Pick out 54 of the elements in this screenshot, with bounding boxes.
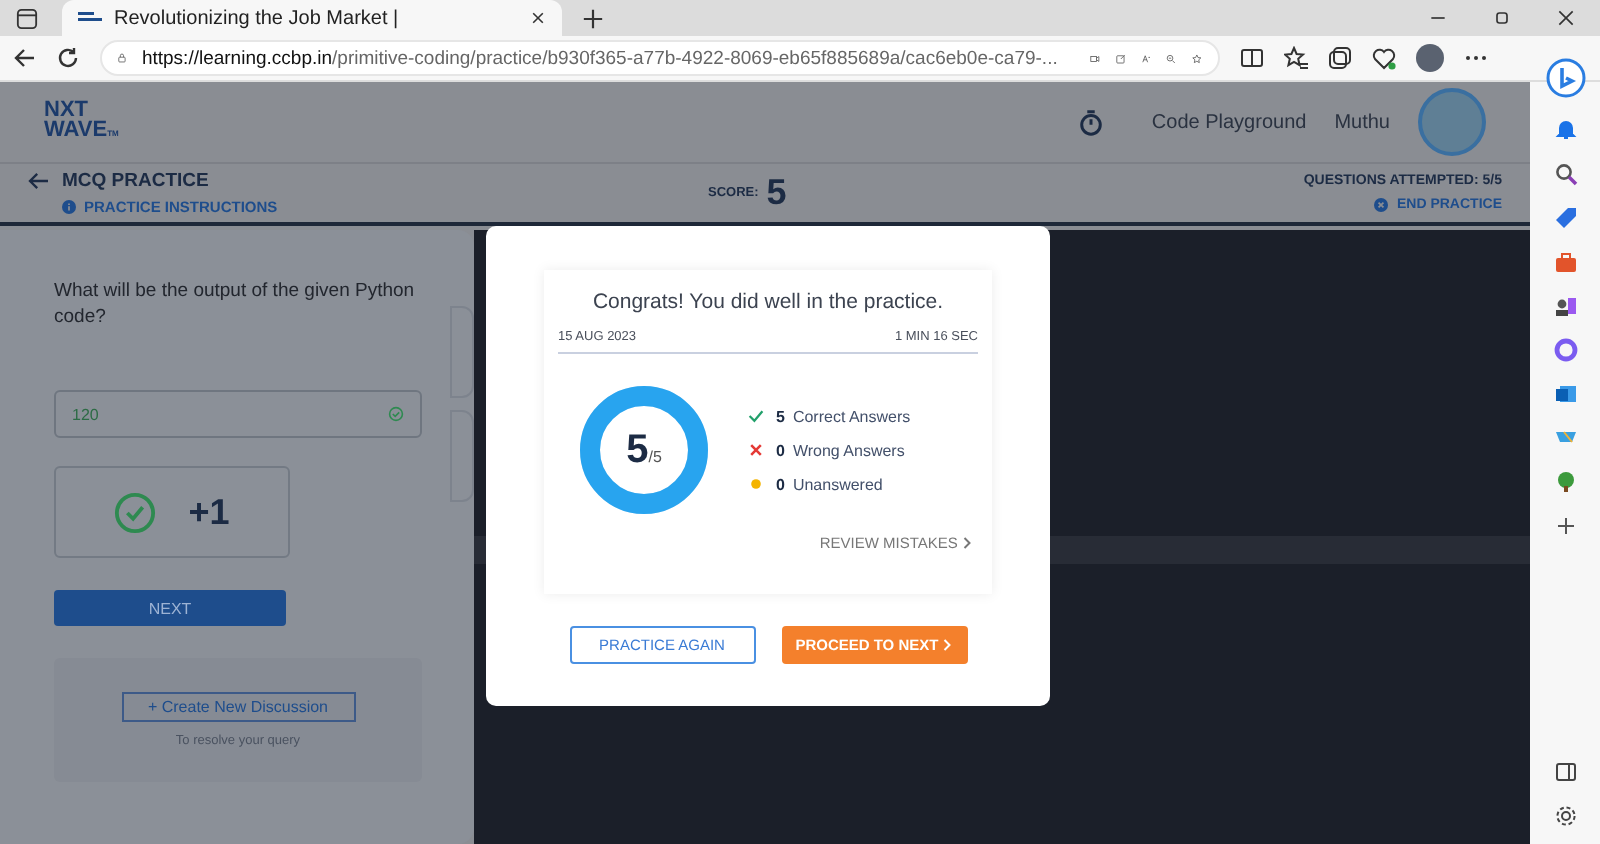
back-arrow-icon[interactable]: [28, 172, 50, 190]
check-icon: [748, 408, 764, 424]
create-discussion-button[interactable]: + Create New Discussion: [121, 692, 355, 722]
toolbox-icon[interactable]: [1553, 250, 1577, 274]
profile-avatar[interactable]: [1416, 44, 1444, 72]
result-count: 5: [776, 407, 785, 425]
favorites-icon[interactable]: [1284, 46, 1308, 70]
dot-icon: [748, 476, 764, 492]
score-total: /5: [648, 447, 662, 465]
check-circle-icon: [388, 406, 404, 422]
add-icon[interactable]: [1553, 514, 1577, 538]
expand-handle[interactable]: [450, 410, 474, 502]
tag-icon[interactable]: [1553, 206, 1577, 230]
new-tab-icon[interactable]: [582, 7, 604, 29]
next-button[interactable]: NEXT: [54, 590, 286, 626]
collapse-handle[interactable]: [450, 306, 474, 398]
result-count: 0: [776, 441, 785, 459]
sidebar-toggle-icon[interactable]: [1553, 760, 1577, 784]
site-favicon-icon: [78, 10, 102, 26]
info-icon: [62, 200, 76, 214]
close-circle-icon: [1374, 198, 1389, 212]
tree-icon[interactable]: [1553, 470, 1577, 494]
result-label: Unanswered: [792, 475, 883, 493]
question-text: What will be the output of the given Python code?: [54, 278, 417, 330]
split-screen-icon[interactable]: [1240, 46, 1264, 70]
bell-icon[interactable]: [1553, 118, 1577, 142]
chevron-right-icon: [962, 536, 972, 550]
browser-tab[interactable]: Revolutionizing the Job Market |: [62, 0, 562, 36]
cross-icon: [748, 442, 764, 458]
collections-icon[interactable]: [1328, 46, 1352, 70]
points-card: +1: [54, 466, 290, 558]
restore-icon[interactable]: [1492, 8, 1512, 28]
result-label: Wrong Answers: [792, 441, 905, 459]
page-title: MCQ PRACTICE: [62, 170, 209, 192]
tab-actions-icon[interactable]: [16, 7, 38, 29]
score-value: 5: [766, 172, 787, 214]
close-icon[interactable]: [1556, 8, 1576, 28]
chevron-right-icon: [942, 638, 953, 652]
answer-option[interactable]: 120: [54, 390, 422, 438]
dialog-title: Congrats! You did well in the practice.: [590, 290, 946, 314]
settings-icon[interactable]: [1553, 804, 1577, 828]
back-icon[interactable]: [12, 46, 36, 70]
user-name: Muthu: [1334, 111, 1390, 133]
more-menu-icon[interactable]: [1464, 54, 1488, 62]
code-playground-link[interactable]: Code Playground: [1151, 111, 1307, 133]
stopwatch-icon[interactable]: [1077, 109, 1104, 135]
result-count: 0: [776, 475, 785, 493]
result-label: Correct Answers: [792, 407, 911, 425]
close-tab-icon[interactable]: [530, 10, 546, 26]
search-icon[interactable]: [1553, 162, 1577, 186]
check-circle-icon: [114, 491, 157, 533]
score-value: 5: [626, 427, 649, 473]
address-bar[interactable]: https://learning.ccbp.in/primitive-coding/practice/b930f365-a77b-4922-8069-eb65f885689a/cac6eb0e-ca79-...: [100, 40, 1220, 76]
refresh-icon[interactable]: [56, 46, 80, 70]
